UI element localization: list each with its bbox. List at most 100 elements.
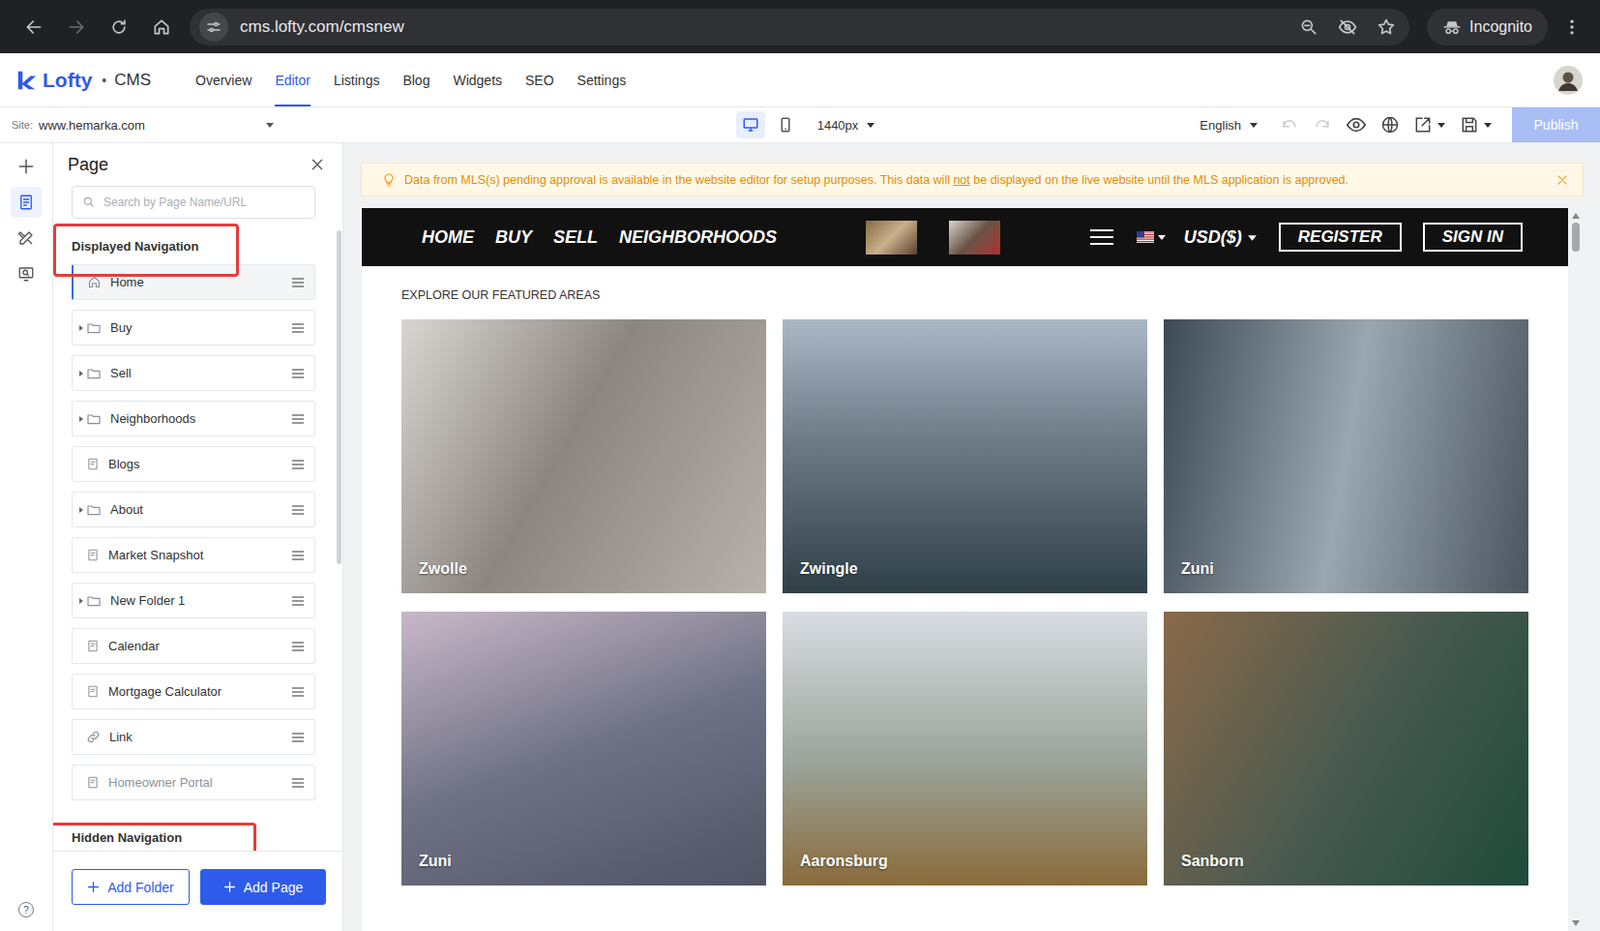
mobile-icon [776,116,795,134]
area-card[interactable]: Aaronsburg [782,611,1148,886]
home-button[interactable] [143,8,180,46]
page-item[interactable]: Calendar [71,627,316,664]
page-item[interactable]: Sell [71,355,316,391]
site-auth-button[interactable]: REGISTER [1278,222,1402,252]
reload-button[interactable] [100,8,138,46]
drag-handle-icon[interactable] [291,549,305,562]
site-selector[interactable]: Site:www.hemarka.com [0,107,737,143]
preview-scrollbar[interactable] [1568,207,1584,931]
page-item[interactable]: New Folder 1 [71,582,316,619]
nav-item[interactable]: Editor [274,53,311,107]
panel-scrollbar[interactable] [336,230,342,564]
page-item[interactable]: Blogs [71,445,316,482]
drag-handle-icon[interactable] [291,594,305,607]
rail-button[interactable] [10,150,42,182]
site-auth-button[interactable]: SIGN IN [1422,222,1523,252]
area-card[interactable]: Zuni [1163,319,1529,593]
drag-handle-icon[interactable] [291,458,305,471]
nav-item[interactable]: Listings [333,53,380,107]
area-card[interactable]: Zwolle [401,319,767,593]
menu-button[interactable] [1553,8,1591,46]
site-label: Site: [11,118,33,131]
caret-down-icon [1482,119,1493,130]
app: cms.lofty.com/cmsnew Incognito Lofty•CMS Ov… [0,0,1600,931]
close-icon[interactable] [309,156,326,173]
back-button[interactable] [15,8,53,46]
rail-button[interactable] [10,186,42,218]
star-icon[interactable] [1376,17,1396,37]
site-info-button[interactable] [199,12,229,42]
area-card[interactable]: Zuni [401,611,767,886]
add-button[interactable]: Add Folder [71,868,190,905]
share-menu[interactable] [1413,115,1447,135]
eye-off-icon[interactable] [1337,17,1358,37]
page-item-label: Buy [110,320,292,335]
redo-icon[interactable] [1312,115,1333,135]
rail-button[interactable] [10,222,42,254]
page-item[interactable]: Homeowner Portal [71,764,316,800]
currency-select[interactable]: USD($) [1184,227,1258,248]
publish-button[interactable]: Publish [1511,107,1600,143]
hamburger-icon[interactable] [1090,228,1114,246]
add-button[interactable]: Add Page [200,868,326,905]
nav-item[interactable]: Settings [577,53,627,107]
area-card[interactable]: Zwingle [782,319,1148,593]
drag-handle-icon[interactable] [291,776,305,789]
close-icon[interactable] [1555,173,1570,187]
save-menu[interactable] [1459,115,1493,135]
width-select[interactable]: 1440px [817,118,877,133]
language-select[interactable]: English [1199,118,1259,133]
page-item[interactable]: Market Snapshot [71,536,316,573]
device-switcher: 1440px [736,107,877,143]
site-nav-item[interactable]: NEIGHBORHOODS [619,227,777,248]
expand-caret-icon[interactable] [77,369,86,378]
rail-button[interactable] [10,258,42,290]
drag-handle-icon[interactable] [291,276,305,289]
drag-handle-icon[interactable] [291,367,305,380]
drag-handle-icon[interactable] [291,503,305,516]
page-item[interactable]: Neighborhoods [71,400,316,437]
nav-item[interactable]: Overview [195,53,252,107]
nav-item[interactable]: SEO [525,53,555,107]
zoom-out-icon[interactable] [1299,17,1319,37]
expand-caret-icon[interactable] [77,505,86,514]
page-item[interactable]: Mortgage Calculator [71,673,316,710]
page-search[interactable]: Search by Page Name/URL [71,185,316,219]
page-item[interactable]: About [71,491,316,528]
nav-item[interactable]: Widgets [452,53,503,107]
scroll-down-icon [1570,918,1581,927]
pages-icon [17,193,35,211]
page-item[interactable]: Link [71,718,316,755]
drag-handle-icon[interactable] [291,731,305,743]
lofty-logo-icon [15,69,37,91]
page-icon [86,547,100,563]
page-item[interactable]: Buy [71,309,316,346]
page-item[interactable]: Home [71,264,316,300]
site-nav-item[interactable]: BUY [495,227,533,248]
help-button[interactable]: ? [18,901,34,918]
drag-handle-icon[interactable] [291,685,305,698]
expand-caret-icon[interactable] [77,324,86,332]
address-bar[interactable]: cms.lofty.com/cmsnew [189,8,1410,46]
profile-button[interactable]: Incognito [1426,8,1548,46]
area-card[interactable]: Sanborn [1163,611,1529,886]
logo[interactable]: Lofty•CMS [15,53,151,107]
expand-caret-icon[interactable] [77,596,86,605]
forward-button[interactable] [58,8,95,46]
globe-icon[interactable] [1380,115,1400,135]
device-button[interactable] [770,111,800,139]
site-nav-item[interactable]: HOME [421,227,475,248]
nav-item[interactable]: Blog [402,53,430,107]
undo-icon[interactable] [1279,115,1300,135]
user-avatar[interactable] [1553,53,1583,107]
preview-scroll-thumb[interactable] [1571,222,1580,252]
language-flag[interactable] [1136,231,1167,243]
expand-caret-icon[interactable] [77,414,86,423]
device-button[interactable] [736,111,766,139]
drag-handle-icon[interactable] [291,640,305,652]
drag-handle-icon[interactable] [291,322,305,334]
site-nav-item[interactable]: SELL [553,227,598,248]
eye-icon[interactable] [1345,114,1367,136]
drag-handle-icon[interactable] [291,413,305,425]
area-name: Zuni [1181,560,1215,578]
